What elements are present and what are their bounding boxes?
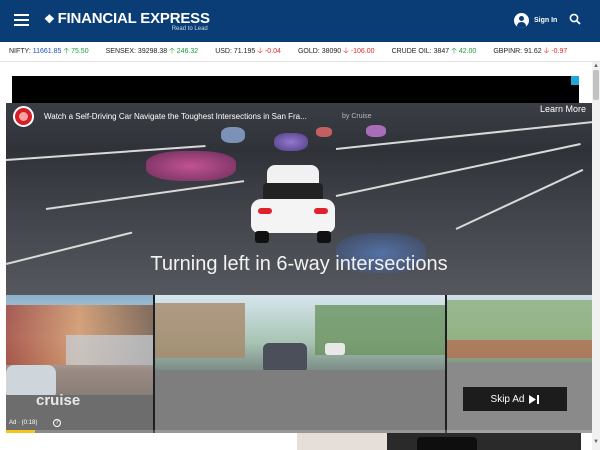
scroll-thumb[interactable] [593, 70, 599, 100]
logo-mark-icon: ❖ [44, 11, 55, 26]
scroll-up-icon[interactable]: ▲ [593, 63, 599, 69]
video-frame-top: Turning left in 6-way intersections Watc… [6, 103, 592, 295]
camera-panel-right [447, 295, 592, 433]
page: ❖ FINANCIAL EXPRESS Read to Lead Sign In… [0, 0, 600, 450]
cruise-watermark: cruise [36, 392, 81, 409]
user-icon [514, 13, 529, 28]
learn-more-link[interactable]: Learn More [540, 104, 586, 114]
info-icon[interactable]: ? [53, 419, 61, 427]
adchoices-icon[interactable] [571, 76, 579, 85]
video-frame-bottom: cruise Ad · (0:18) ? Skip Ad [6, 295, 592, 433]
ticker-item-nifty[interactable]: NIFTY: 11661.85 🡡 75.50 [9, 45, 89, 59]
ad-progress-fill [6, 430, 36, 433]
arrow-down-icon: 🡣 [257, 45, 264, 55]
ticker-item-gbpinr[interactable]: GBPINR: 91.62 🡣 -0.97 [493, 45, 567, 59]
video-title[interactable]: Watch a Self-Driving Car Navigate the To… [44, 112, 329, 121]
channel-avatar[interactable] [13, 106, 34, 127]
road-marking [45, 180, 245, 210]
ticker-item-usd[interactable]: USD: 71.195 🡣 -0.04 [215, 45, 281, 59]
road-marking [455, 168, 584, 230]
skip-ad-button[interactable]: Skip Ad [463, 387, 567, 411]
lidar-point-cloud [274, 133, 308, 151]
arrow-down-icon: 🡣 [343, 45, 349, 55]
arrow-up-icon: 🡡 [63, 45, 70, 55]
content-image-strip[interactable] [297, 433, 581, 450]
market-ticker: NIFTY: 11661.85 🡡 75.50 SENSEX: 39298.38… [0, 42, 600, 62]
video-title-bar: Watch a Self-Driving Car Navigate the To… [6, 103, 592, 129]
search-icon[interactable] [569, 13, 581, 25]
camera-panel-left: cruise Ad · (0:18) ? [6, 295, 153, 433]
video-caption: Turning left in 6-way intersections [150, 253, 448, 275]
camera-panel-center [155, 295, 445, 433]
ticker-item-sensex[interactable]: SENSEX: 39298.38 🡡 246.32 [106, 45, 199, 59]
arrow-up-icon: 🡡 [169, 45, 175, 55]
banner-ad[interactable] [12, 76, 579, 104]
site-header: ❖ FINANCIAL EXPRESS Read to Lead Sign In [0, 0, 600, 42]
arrow-down-icon: 🡣 [543, 45, 550, 55]
arrow-up-icon: 🡡 [451, 45, 457, 55]
lidar-point-cloud [221, 127, 245, 143]
ticker-item-crude-oil[interactable]: CRUDE OIL: 3847 🡡 42.00 [392, 45, 477, 59]
scroll-down-icon[interactable]: ▼ [593, 439, 599, 445]
lidar-point-cloud [146, 151, 236, 181]
video-channel: by Cruise [342, 113, 372, 120]
sign-in-button[interactable]: Sign In [514, 13, 557, 28]
sign-in-label: Sign In [534, 17, 558, 24]
hamburger-menu-icon[interactable] [14, 14, 29, 26]
skip-next-icon [529, 394, 540, 404]
site-logo[interactable]: ❖ FINANCIAL EXPRESS Read to Lead [44, 10, 210, 32]
ad-time-indicator: Ad · (0:18) [9, 420, 38, 426]
skip-ad-label: Skip Ad [490, 393, 525, 405]
ticker-item-gold[interactable]: GOLD: 38090 🡣 -106.00 [298, 45, 375, 59]
self-driving-car [249, 165, 337, 245]
page-scrollbar[interactable]: ▲ ▼ [592, 62, 600, 450]
logo-title: FINANCIAL EXPRESS [57, 10, 210, 27]
video-ad-player[interactable]: Turning left in 6-way intersections Watc… [6, 103, 592, 433]
